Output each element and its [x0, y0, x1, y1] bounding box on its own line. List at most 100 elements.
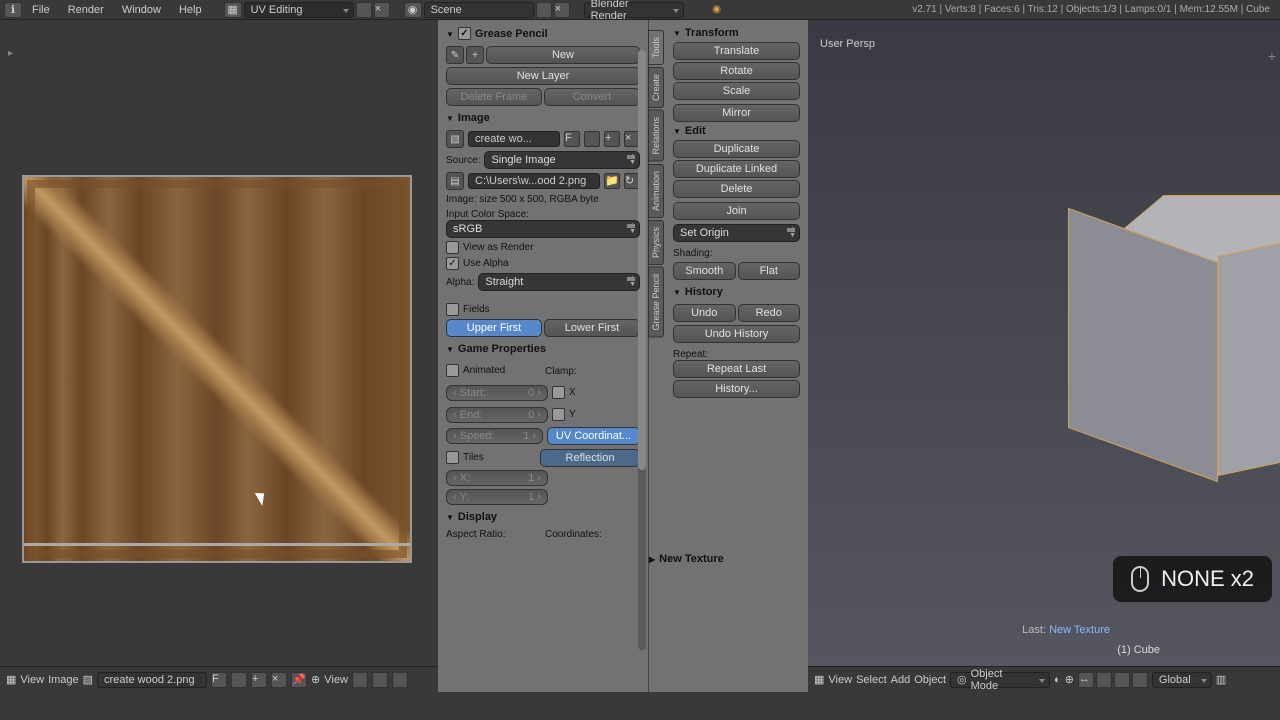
3d-viewport[interactable]: + User Persp NONE x2 Last: New Texture (… [808, 20, 1280, 692]
translate-button[interactable]: Translate [673, 42, 800, 60]
section-history[interactable]: History [673, 283, 800, 301]
manip-scale[interactable] [1132, 672, 1148, 688]
uv-pivot-icon[interactable]: ⊕ [311, 673, 320, 686]
manip-translate[interactable] [1096, 672, 1112, 688]
uv-menu-image[interactable]: Image [48, 674, 79, 686]
scene-add-button[interactable] [536, 2, 552, 18]
uv-image-editor[interactable]: ▸ ▦ View Image ▧ create wood 2.png F + ×… [0, 20, 438, 692]
panel-scrollbar-thumb[interactable] [638, 50, 646, 470]
editor-type-icon[interactable]: ▦ [6, 673, 16, 686]
tiles-x-field[interactable]: ‹ X:1 › [446, 470, 548, 486]
fields-toggle[interactable] [446, 303, 459, 316]
image-users-button[interactable] [231, 672, 247, 688]
image-f-button[interactable]: F [211, 672, 227, 688]
scale-button[interactable]: Scale [673, 82, 800, 100]
use-alpha-toggle[interactable] [446, 257, 459, 270]
image-unlink-button[interactable]: × [271, 672, 287, 688]
join-button[interactable]: Join [673, 202, 800, 220]
undo-history-button[interactable]: Undo History [673, 325, 800, 343]
mode-dropdown[interactable]: ◎Object Mode [950, 672, 1050, 688]
mirror-button[interactable]: Mirror [673, 104, 800, 122]
duplicate-linked-button[interactable]: Duplicate Linked [673, 160, 800, 178]
uv-menu-view2[interactable]: View [324, 674, 348, 686]
tab-animation[interactable]: Animation [648, 164, 664, 218]
image-f-btn[interactable]: F [564, 131, 580, 147]
scene-del-button[interactable]: × [554, 2, 570, 18]
delete-button[interactable]: Delete [673, 180, 800, 198]
section-display[interactable]: Display [446, 508, 640, 526]
manip-rotate[interactable] [1114, 672, 1130, 688]
uv-toggle-2[interactable] [372, 672, 388, 688]
end-field[interactable]: ‹ End:0 › [446, 407, 548, 423]
grease-pencil-toggle[interactable] [458, 27, 471, 40]
image-num-users[interactable] [584, 131, 600, 147]
speed-field[interactable]: ‹ Speed:1 › [446, 428, 543, 444]
tab-physics[interactable]: Physics [648, 220, 664, 265]
filepath-field[interactable]: C:\Users\w...ood 2.png [468, 173, 600, 189]
image-datablock-icon[interactable]: ▧ [446, 130, 464, 148]
tab-relations[interactable]: Relations [648, 110, 664, 162]
lower-first-button[interactable]: Lower First [544, 319, 640, 337]
pivot-icon[interactable]: ⊕ [1065, 673, 1074, 686]
tiles-toggle[interactable] [446, 451, 459, 464]
menu-file[interactable]: File [24, 2, 58, 18]
tiles-y-field[interactable]: ‹ Y:1 › [446, 489, 548, 505]
alpha-dropdown[interactable]: Straight▲▼ [478, 273, 640, 291]
expand-n-panel-icon[interactable]: + [1268, 48, 1276, 64]
section-transform[interactable]: Transform [673, 24, 800, 42]
tab-tools[interactable]: Tools [648, 30, 664, 65]
orientation-dropdown[interactable]: Global [1152, 672, 1212, 688]
menu-window[interactable]: Window [114, 2, 169, 18]
layout-prev-icon[interactable]: ▦ [224, 2, 242, 18]
uv-toggle-1[interactable] [352, 672, 368, 688]
duplicate-button[interactable]: Duplicate [673, 140, 800, 158]
tab-grease-pencil[interactable]: Grease Pencil [648, 267, 664, 338]
info-editor-icon[interactable]: ℹ [4, 2, 22, 18]
image-browse-icon[interactable]: ▧ [83, 673, 93, 686]
menu-help[interactable]: Help [171, 2, 210, 18]
expand-toolbar-icon[interactable]: ▸ [8, 48, 13, 59]
clamp-y-toggle[interactable] [552, 408, 565, 421]
undo-button[interactable]: Undo [673, 304, 736, 322]
gp-convert-button[interactable]: Convert [544, 88, 640, 106]
upper-first-button[interactable]: Upper First [446, 319, 542, 337]
layout-add-button[interactable] [356, 2, 372, 18]
gp-draw-icon[interactable]: ✎ [446, 46, 464, 64]
reflection-button[interactable]: Reflection [540, 449, 640, 467]
rotate-button[interactable]: Rotate [673, 62, 800, 80]
source-dropdown[interactable]: Single Image▲▼ [484, 151, 640, 169]
set-origin-dropdown[interactable]: Set Origin▲▼ [673, 224, 800, 242]
layout-dropdown[interactable]: UV Editing [244, 2, 354, 18]
vp-menu-view[interactable]: View [828, 674, 852, 686]
image-add-button[interactable]: + [251, 672, 267, 688]
layers-button[interactable]: ▥ [1216, 673, 1226, 686]
scene-icon[interactable]: ◉ [404, 2, 422, 18]
repeat-last-button[interactable]: Repeat Last [673, 360, 800, 378]
layout-del-button[interactable]: × [374, 2, 390, 18]
vp-menu-select[interactable]: Select [856, 674, 887, 686]
animated-toggle[interactable] [446, 364, 459, 377]
section-new-texture[interactable]: New Texture [649, 550, 799, 568]
vp-menu-add[interactable]: Add [891, 674, 911, 686]
gp-new-layer-button[interactable]: New Layer [446, 67, 640, 85]
filepath-icon[interactable]: ▤ [446, 172, 464, 190]
image-datablock-name[interactable]: create wo... [468, 131, 560, 147]
gp-delete-frame-button[interactable]: Delete Frame [446, 88, 542, 106]
manipulator-toggle[interactable]: ↔ [1078, 672, 1094, 688]
flat-button[interactable]: Flat [738, 262, 801, 280]
uv-image-preview[interactable] [22, 175, 412, 563]
gp-new-button[interactable]: New [486, 46, 640, 64]
gp-add-icon[interactable]: + [466, 46, 484, 64]
view-as-render-toggle[interactable] [446, 241, 459, 254]
render-engine-dropdown[interactable]: Blender Render [584, 2, 684, 18]
section-grease-pencil[interactable]: Grease Pencil [446, 24, 640, 43]
shading-mode-icon[interactable]: ◐ [1054, 674, 1061, 686]
uv-coordinates-button[interactable]: UV Coordinat... [547, 427, 640, 445]
image-name-field[interactable]: create wood 2.png [97, 672, 207, 688]
ics-dropdown[interactable]: sRGB▲▼ [446, 220, 640, 238]
filepath-browse-button[interactable]: 📁 [604, 173, 620, 189]
section-image[interactable]: Image [446, 109, 640, 127]
menu-render[interactable]: Render [60, 2, 112, 18]
clamp-x-toggle[interactable] [552, 386, 565, 399]
uv-menu-view[interactable]: View [20, 674, 44, 686]
